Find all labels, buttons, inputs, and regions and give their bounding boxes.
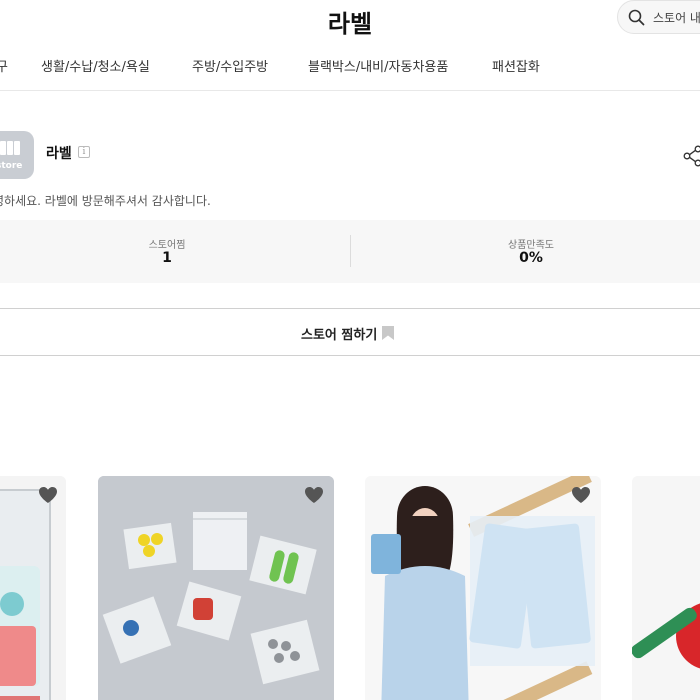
share-icon[interactable] (683, 145, 700, 167)
product-image-red-item (632, 476, 700, 700)
heart-icon[interactable] (38, 486, 58, 504)
stat-label-followers: 스토어찜 (148, 240, 186, 251)
heart-icon[interactable] (571, 486, 591, 504)
stat-divider (350, 235, 351, 267)
page-title: 라벨 (327, 10, 373, 38)
heart-icon[interactable] (304, 486, 324, 504)
nav-item-car[interactable]: 블랙박스/내비/자동차용품 (308, 56, 448, 75)
nav-item-kitchen[interactable]: 주방/수입주방 (192, 56, 268, 75)
store-name: 라벨 (46, 146, 72, 162)
product-image-phone-case (0, 476, 66, 700)
product-card-phone-case[interactable] (0, 476, 66, 700)
info-icon[interactable]: i (78, 146, 90, 158)
search-input[interactable]: 스토어 내 (653, 9, 700, 26)
store-logo: store (0, 131, 34, 179)
store-logo-text: store (0, 161, 23, 171)
store-greeting: 녕하세요. 라벨에 방문해주셔서 감사합니다. (0, 194, 211, 208)
product-card-zipper-bags[interactable] (98, 476, 334, 700)
store-icon (0, 141, 20, 155)
follow-store-button[interactable]: 스토어 찜하기 (0, 308, 700, 356)
nav-item-fashion[interactable]: 패션잡화 (492, 56, 540, 75)
product-image-raincoat (365, 476, 601, 700)
product-card-raincoat[interactable] (365, 476, 601, 700)
search-icon[interactable] (628, 9, 645, 26)
product-card-red-item[interactable] (632, 476, 700, 700)
stat-value-satisfaction: 0% (519, 250, 543, 266)
nav-divider (0, 90, 700, 91)
store-stats: 스토어찜 1 상품만족도 0% (0, 220, 700, 283)
nav-item-partial[interactable]: 구 (0, 56, 8, 75)
category-nav: 구 생활/수납/청소/욕실 주방/수입주방 블랙박스/내비/자동차용품 패션잡화 (0, 56, 700, 76)
product-image-zipper-bags (98, 476, 334, 700)
follow-store-label: 스토어 찜하기 (301, 328, 378, 343)
bookmark-icon (382, 326, 394, 340)
search-box[interactable]: 스토어 내 (617, 0, 700, 34)
stat-label-satisfaction: 상품만족도 (508, 240, 554, 251)
nav-item-living[interactable]: 생활/수납/청소/욕실 (41, 56, 150, 75)
stat-value-followers: 1 (162, 250, 172, 266)
